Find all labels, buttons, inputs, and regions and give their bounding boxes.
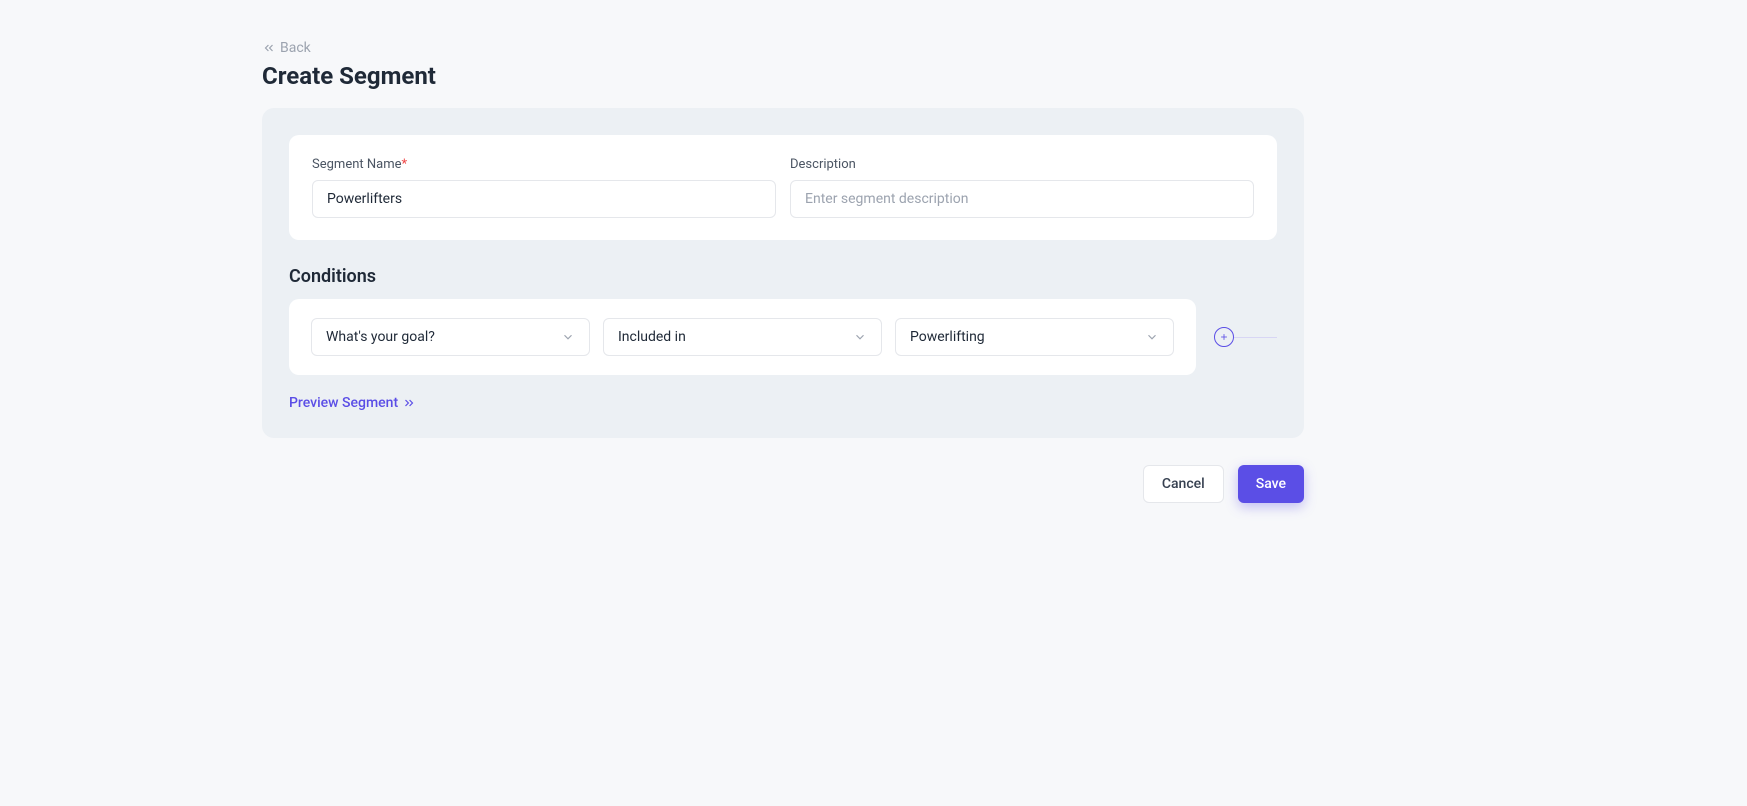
description-label: Description (790, 157, 1254, 172)
chevrons-left-icon (262, 41, 276, 55)
conditions-title: Conditions (289, 266, 1277, 287)
save-button[interactable]: Save (1238, 465, 1304, 503)
required-star: * (402, 157, 408, 172)
condition-operator-value: Included in (618, 329, 686, 345)
preview-segment-label: Preview Segment (289, 395, 398, 411)
cancel-button[interactable]: Cancel (1143, 465, 1224, 503)
page-title: Create Segment (262, 62, 1304, 90)
description-input[interactable] (790, 180, 1254, 218)
footer-buttons: Cancel Save (262, 465, 1304, 503)
chevron-down-icon (853, 330, 867, 344)
preview-segment-link[interactable]: Preview Segment (289, 395, 416, 411)
segment-name-input[interactable] (312, 180, 776, 218)
back-link-label: Back (280, 40, 311, 56)
form-panel: Segment Name* Description Conditions Wha… (262, 108, 1304, 438)
condition-value-value: Powerlifting (910, 329, 985, 345)
back-link[interactable]: Back (262, 40, 311, 56)
condition-field-select[interactable]: What's your goal? (311, 318, 590, 356)
name-description-card: Segment Name* Description (289, 135, 1277, 240)
chevron-down-icon (561, 330, 575, 344)
condition-operator-select[interactable]: Included in (603, 318, 882, 356)
chevrons-right-icon (402, 396, 416, 410)
condition-field-value: What's your goal? (326, 329, 435, 345)
condition-row: What's your goal? Included in Powerlifti… (289, 299, 1196, 375)
condition-value-select[interactable]: Powerlifting (895, 318, 1174, 356)
connector-line (1234, 337, 1277, 338)
segment-name-label: Segment Name* (312, 157, 776, 172)
chevron-down-icon (1145, 330, 1159, 344)
add-condition-button[interactable] (1214, 327, 1234, 347)
plus-icon (1219, 332, 1229, 342)
